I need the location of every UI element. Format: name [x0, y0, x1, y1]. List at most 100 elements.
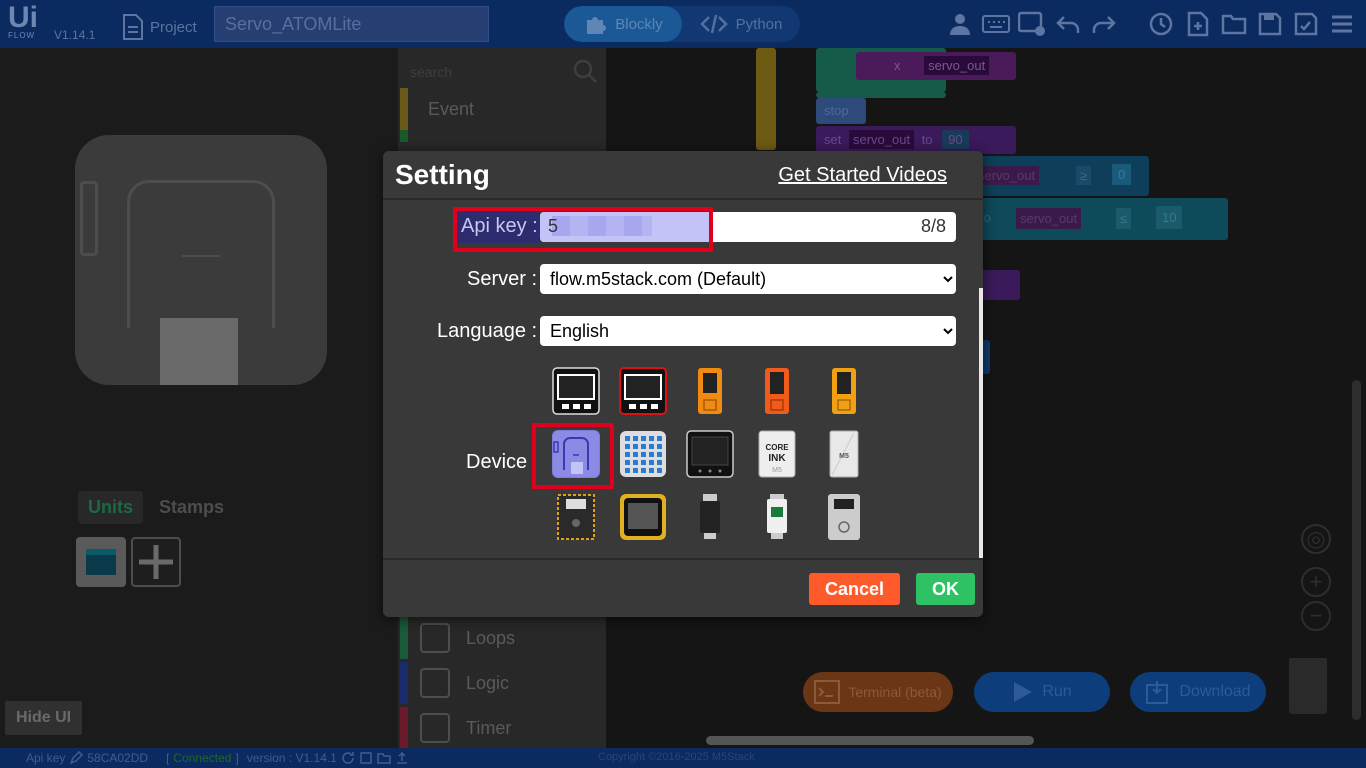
servo-out-dropdown[interactable]: servo_out	[924, 56, 990, 75]
units-tabs: Units Stamps	[78, 491, 234, 524]
recenter-icon[interactable]: ◎	[1301, 524, 1331, 554]
block-search-input[interactable]: search	[406, 58, 598, 88]
undo-icon[interactable]	[1054, 10, 1082, 38]
python-mode-label: Python	[735, 15, 783, 33]
project-button[interactable]: Project	[122, 12, 197, 42]
save-as-icon[interactable]	[1292, 10, 1320, 38]
op-dropdown[interactable]: ≥	[1076, 166, 1092, 185]
history-icon[interactable]	[1148, 10, 1176, 38]
refresh-icon[interactable]	[341, 751, 355, 765]
project-name-input[interactable]	[214, 6, 489, 42]
open-folder-icon[interactable]	[1220, 10, 1248, 38]
horizontal-scrollbar[interactable]	[706, 736, 1034, 745]
device-monitor-icon[interactable]	[1018, 10, 1046, 38]
category-event[interactable]: Event	[398, 88, 606, 130]
vertical-scrollbar[interactable]	[1352, 380, 1361, 720]
device-m5stack-basic[interactable]	[552, 367, 600, 415]
device-frame	[127, 180, 275, 328]
python-mode-button[interactable]: Python	[682, 6, 800, 42]
user-icon[interactable]	[946, 10, 974, 38]
device-atom-s3[interactable]	[686, 493, 734, 541]
zoom-in-icon[interactable]: +	[1301, 567, 1331, 597]
status-api-key-value: 58CA02DD	[87, 751, 149, 765]
stop-block[interactable]: stop	[816, 98, 866, 124]
device-coreink[interactable]: CORE INK M5	[753, 430, 801, 478]
servo-out-dropdown[interactable]: servo_out	[1016, 208, 1082, 229]
edit-icon[interactable]	[69, 751, 84, 765]
zoom-out-icon[interactable]: −	[1301, 601, 1331, 631]
variable-block[interactable]: x servo_out	[856, 52, 1016, 80]
hide-ui-button[interactable]: Hide UI	[5, 701, 83, 735]
loops-icon	[420, 623, 450, 653]
server-select[interactable]: flow.m5stack.com (Default)	[540, 264, 956, 294]
category-loops[interactable]: Loops	[398, 617, 606, 659]
servo-out-dropdown[interactable]: servo_out	[974, 166, 1040, 185]
get-started-videos-link[interactable]: Get Started Videos	[778, 164, 947, 187]
compare-block[interactable]: servo_out ≥ 0	[966, 156, 1149, 196]
device-m5paper[interactable]: M5	[820, 430, 868, 478]
menu-icon[interactable]	[1328, 10, 1356, 38]
device-label: Device	[466, 451, 528, 473]
dialog-scrollbar[interactable]	[979, 288, 983, 559]
device-atom-echo[interactable]	[753, 493, 801, 541]
op-dropdown[interactable]: ≤	[1116, 208, 1132, 229]
compare-block-2[interactable]: to servo_out ≤ 10	[976, 198, 1228, 240]
ok-button[interactable]: OK	[916, 573, 975, 605]
device-m5stickc-plus2[interactable]	[820, 367, 868, 415]
category-timer[interactable]: Timer	[398, 707, 606, 749]
device-m5stack-fire[interactable]	[619, 367, 667, 415]
cancel-button[interactable]: Cancel	[809, 573, 900, 605]
device-side-port	[80, 181, 98, 256]
redo-icon[interactable]	[1090, 10, 1118, 38]
blockly-mode-button[interactable]: Blockly	[564, 6, 682, 42]
file-icon	[123, 14, 143, 40]
app-logo: Ui	[8, 1, 38, 34]
device-button	[160, 318, 238, 385]
to-label: to	[921, 132, 933, 147]
device-core-s3[interactable]	[619, 493, 667, 541]
svg-text:CORE: CORE	[765, 443, 789, 452]
servo-out-dropdown[interactable]: servo_out	[848, 130, 915, 149]
dialog-footer-divider	[383, 558, 983, 560]
new-file-icon[interactable]	[1184, 10, 1212, 38]
status-api-key-label: Api key	[26, 751, 66, 765]
folder-small-icon[interactable]	[377, 751, 391, 765]
device-led	[182, 255, 220, 257]
value-0[interactable]: 0	[1112, 164, 1132, 185]
unit-tile-servo[interactable]	[76, 537, 126, 587]
download-button[interactable]: Download	[1130, 672, 1266, 712]
terminal-icon	[814, 680, 841, 704]
svg-text:M5: M5	[772, 467, 782, 474]
device-m5stickc-plus[interactable]	[753, 367, 801, 415]
version-label: version : V1.14.1	[246, 751, 337, 765]
category-logic[interactable]: Logic	[398, 662, 606, 704]
download-icon	[1146, 681, 1169, 704]
save-small-icon[interactable]	[359, 751, 373, 765]
search-icon[interactable]	[572, 58, 598, 84]
device-stamp-pico[interactable]	[552, 493, 600, 541]
trash-icon[interactable]	[1289, 658, 1327, 714]
category-color-bar	[400, 662, 408, 704]
toolbar	[946, 10, 1356, 38]
keyboard-icon[interactable]	[982, 10, 1010, 38]
left-panel: Units Stamps Hide UI	[0, 48, 395, 748]
language-select[interactable]: English	[540, 316, 956, 346]
run-button[interactable]: Run	[974, 672, 1110, 712]
device-atom-matrix[interactable]	[619, 430, 667, 478]
save-icon[interactable]	[1256, 10, 1284, 38]
category-label: Loops	[466, 627, 516, 648]
device-core2[interactable]	[686, 430, 734, 478]
value-90[interactable]: 90	[942, 130, 969, 149]
set-block[interactable]: set servo_out to 90	[816, 126, 1016, 154]
tab-units[interactable]: Units	[78, 491, 143, 524]
upload-small-icon[interactable]	[395, 751, 409, 765]
tab-stamps[interactable]: Stamps	[149, 491, 234, 524]
category-color-bar	[400, 707, 408, 749]
api-key-char-count: 8/8	[920, 216, 946, 236]
terminal-button[interactable]: Terminal (beta)	[803, 672, 953, 712]
value-10[interactable]: 10	[1156, 206, 1183, 229]
device-station[interactable]	[820, 493, 868, 541]
device-m5stickc[interactable]	[686, 367, 734, 415]
add-unit-button[interactable]	[131, 537, 181, 587]
